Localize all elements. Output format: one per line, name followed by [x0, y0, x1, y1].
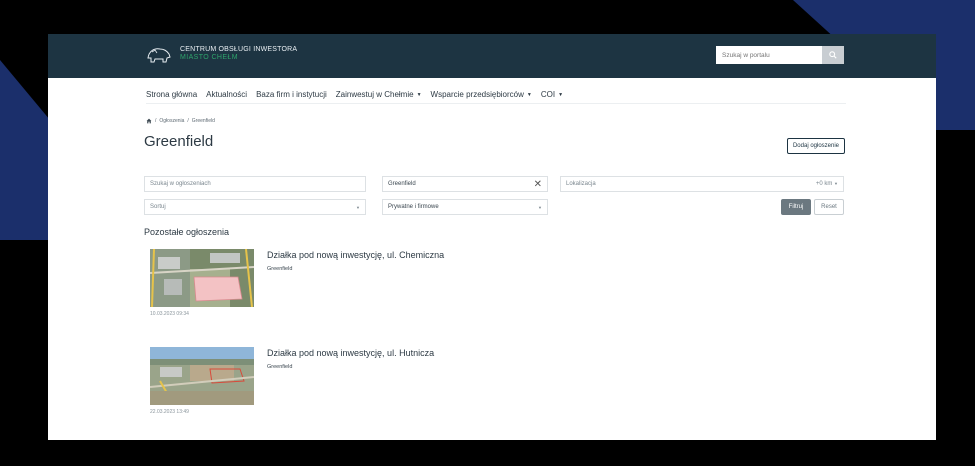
- chevron-down-icon: ▼: [538, 204, 542, 210]
- nav-support[interactable]: Wsparcie przedsiębiorców ▼: [431, 90, 532, 99]
- radius-select[interactable]: +0 km ▼: [816, 181, 838, 187]
- listing-title[interactable]: Działka pod nową inwestycję, ul. Chemicz…: [267, 250, 444, 260]
- nav-label: Strona główna: [146, 90, 198, 99]
- chevron-down-icon: ▼: [416, 91, 422, 98]
- type-select[interactable]: Prywatne i firmowe ▼: [382, 199, 548, 215]
- chevron-down-icon: ▼: [558, 91, 564, 98]
- site-logo[interactable]: CENTRUM OBSŁUGI INWESTORA MIASTO CHEŁM: [146, 44, 297, 64]
- aerial-photo-image: [150, 347, 254, 405]
- sort-placeholder: Sortuj: [150, 204, 166, 210]
- listing-title[interactable]: Działka pod nową inwestycję, ul. Hutnicz…: [267, 348, 434, 358]
- nav-home[interactable]: Strona główna: [146, 90, 197, 99]
- ads-search-placeholder: Szukaj w ogłoszeniach: [150, 181, 211, 187]
- reset-button[interactable]: Reset: [814, 199, 844, 215]
- logo-title: CENTRUM OBSŁUGI INWESTORA: [180, 46, 298, 54]
- chevron-down-icon: ▼: [526, 91, 532, 98]
- listing-thumbnail[interactable]: [150, 249, 254, 307]
- nav-coi[interactable]: COI ▼: [541, 90, 563, 99]
- breadcrumb-ads[interactable]: Ogłoszenia: [159, 118, 184, 124]
- breadcrumb-separator: /: [187, 118, 189, 124]
- sort-select[interactable]: Sortuj ▼: [144, 199, 366, 215]
- nav-label: Aktualności: [206, 90, 248, 99]
- nav-label: Wsparcie przedsiębiorców: [430, 90, 524, 99]
- nav-label: Zainwestuj w Chełmie: [335, 90, 414, 99]
- breadcrumb-current: Greenfield: [191, 118, 215, 124]
- filter-button[interactable]: Filtruj: [781, 199, 811, 215]
- list-item[interactable]: 22.03.2023 13:49 Działka pod nową inwest…: [150, 347, 850, 437]
- chevron-down-icon: ▼: [834, 181, 838, 186]
- nav-label: Baza firm i instytucji: [256, 90, 327, 99]
- browser-frame: CENTRUM OBSŁUGI INWESTORA MIASTO CHEŁM S…: [48, 34, 936, 440]
- page-title: Greenfield: [144, 133, 214, 150]
- listing-thumbnail[interactable]: [150, 347, 254, 405]
- listing-category: Greenfield: [267, 266, 293, 272]
- nav-invest[interactable]: Zainwestuj w Chełmie ▼: [336, 90, 422, 99]
- nav-news[interactable]: Aktualności: [206, 90, 247, 99]
- top-bar: CENTRUM OBSŁUGI INWESTORA MIASTO CHEŁM: [48, 34, 936, 78]
- location-placeholder: Lokalizacja: [566, 181, 596, 187]
- category-value: Greenfield: [388, 181, 416, 187]
- listing-category: Greenfield: [267, 364, 293, 370]
- list-item[interactable]: 10.03.2023 09:34 Działka pod nową inwest…: [150, 249, 850, 339]
- main-nav: Strona główna Aktualności Baza firm i in…: [146, 86, 846, 104]
- add-ad-button[interactable]: Dodaj ogłoszenie: [786, 138, 845, 154]
- breadcrumb-separator: /: [155, 118, 157, 124]
- search-icon: [829, 51, 837, 59]
- portal-search: [716, 46, 844, 64]
- listing-timestamp: 10.03.2023 09:34: [150, 311, 189, 317]
- category-field[interactable]: Greenfield ✕: [382, 176, 548, 192]
- clear-icon[interactable]: ✕: [534, 179, 542, 190]
- logo-subtitle: MIASTO CHEŁM: [180, 54, 238, 61]
- location-field[interactable]: Lokalizacja +0 km ▼: [560, 176, 844, 192]
- type-value: Prywatne i firmowe: [388, 204, 439, 210]
- listing-timestamp: 22.03.2023 13:49: [150, 409, 189, 415]
- breadcrumb: / Ogłoszenia / Greenfield: [146, 118, 215, 124]
- chevron-down-icon: ▼: [356, 204, 360, 210]
- portal-search-input[interactable]: [716, 46, 822, 64]
- home-icon[interactable]: [146, 118, 152, 124]
- portal-search-button[interactable]: [822, 46, 844, 64]
- radius-value: +0 km: [815, 181, 833, 187]
- bison-logo-icon: [147, 48, 171, 63]
- section-title: Pozostałe ogłoszenia: [144, 227, 230, 237]
- nav-companies[interactable]: Baza firm i instytucji: [256, 90, 327, 99]
- aerial-photo-image: [150, 249, 254, 307]
- ads-search-field[interactable]: Szukaj w ogłoszeniach: [144, 176, 366, 192]
- nav-label: COI: [540, 90, 556, 99]
